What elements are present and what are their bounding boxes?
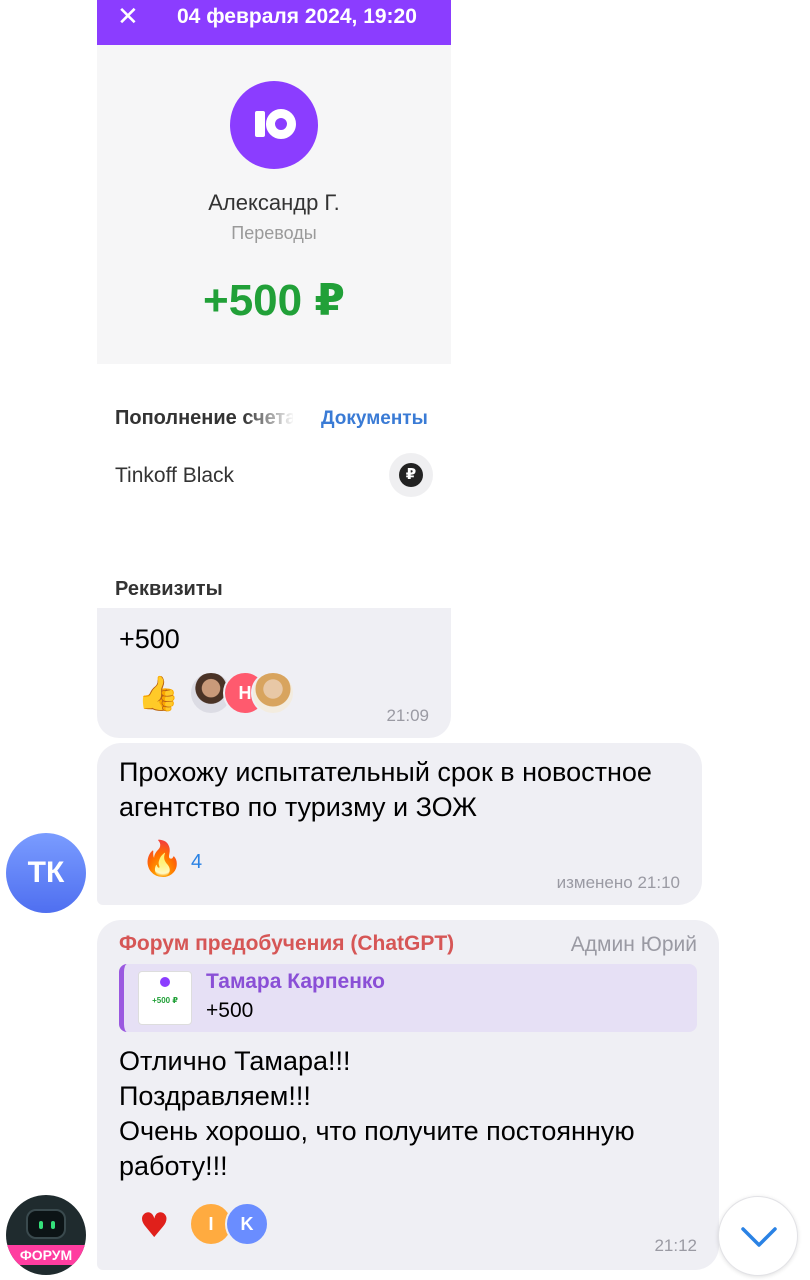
details-label: Реквизиты [115,578,223,600]
scroll-down-button[interactable] [718,1196,798,1276]
receipt-date: 04 февраля 2024, 19:20 [177,5,417,28]
message-text: +500 [119,624,180,654]
text-fade [243,400,295,436]
thumbs-up-reaction-icon[interactable]: 👍 [137,674,179,714]
forwarded-from[interactable]: Форум предобучения (ChatGPT) [119,932,454,956]
reply-text: +500 [206,999,254,1022]
yoomoney-logo-icon [230,81,318,169]
reply-quote[interactable]: +500 ₽ Тамара Карпенко +500 [119,964,697,1032]
sender-name: Александр Г. [208,190,340,215]
sender-avatar[interactable]: ФОРУМ [6,1195,86,1275]
transfer-category: Переводы [231,223,317,243]
transfer-amount: +500 ₽ [203,276,345,325]
reaction-count: 4 [191,851,203,873]
sender-avatar[interactable]: ТК [6,833,86,913]
receipt-header: ✕ 04 февраля 2024, 19:20 [97,0,451,45]
yoomoney-logo-icon [160,977,170,987]
message-bubble[interactable]: +500 👍 Н 21:09 [97,608,451,738]
reply-thumbnail: +500 ₽ [138,971,192,1025]
message-text: Прохожу испытательный срок в новостное а… [119,757,652,822]
chevron-down-icon [741,1227,777,1247]
ruble-icon: ₽ [389,453,433,497]
reactor-avatar [251,671,295,715]
heart-reaction-icon[interactable]: ♥ [139,1206,169,1246]
message-time: 21:12 [654,1236,697,1255]
avatar-label: ФОРУМ [6,1245,86,1265]
receipt-card: Александр Г. Переводы +500 ₽ [97,45,451,364]
receipt-image[interactable]: ✕ 04 февраля 2024, 19:20 Александр Г. Пе… [97,0,451,608]
documents-link: Документы [321,408,428,429]
fire-reaction-icon[interactable]: 🔥 [141,839,183,879]
message-time: изменено 21:10 [556,873,680,892]
message-bubble[interactable]: Форум предобучения (ChatGPT) Админ Юрий … [97,920,719,1270]
admin-tag: Админ Юрий [570,933,697,956]
reply-author: Тамара Карпенко [206,970,385,993]
message-bubble[interactable]: Прохожу испытательный срок в новостное а… [97,743,702,905]
reactor-avatar: K [225,1202,269,1246]
message-time: 21:09 [386,706,429,725]
robot-face-icon [26,1209,66,1239]
close-icon: ✕ [117,2,139,32]
card-name: Tinkoff Black [115,464,235,487]
message-text: Отлично Тамара!!! Поздравляем!!! Очень х… [119,1046,635,1181]
